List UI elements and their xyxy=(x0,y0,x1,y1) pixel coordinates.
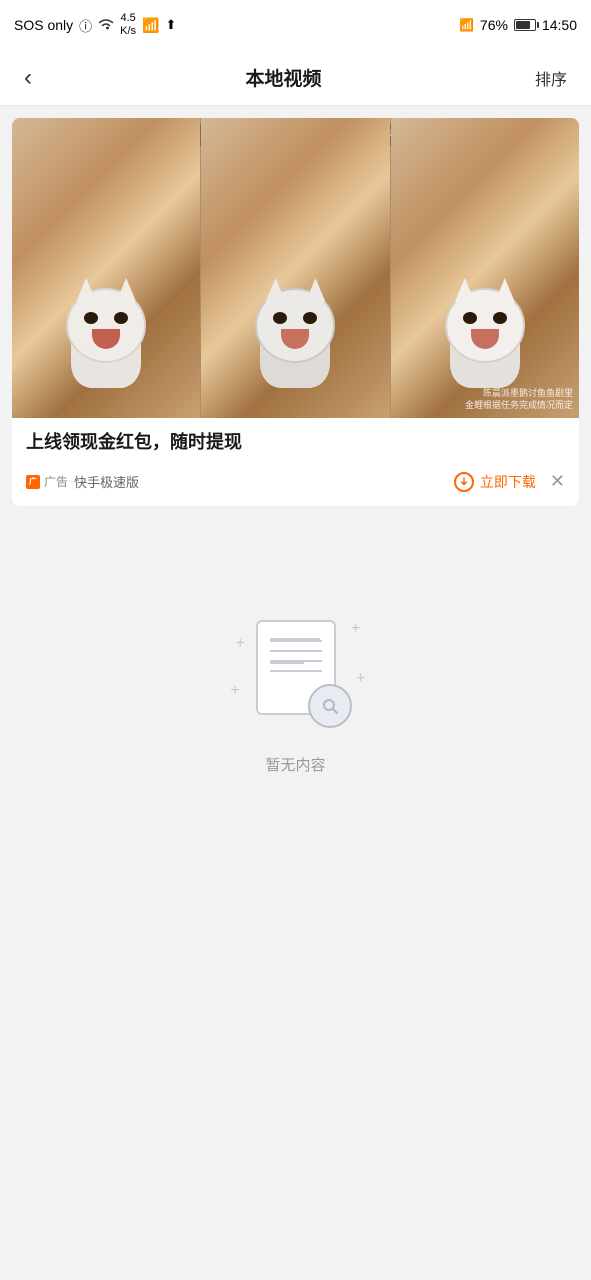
speed-label: 4.5 K/s xyxy=(120,12,136,38)
empty-icon: + + + + xyxy=(226,610,366,730)
empty-state: + + + + 暂无内容 xyxy=(0,530,591,815)
thumbnail-panel-2 xyxy=(201,118,389,418)
ad-close-button[interactable]: ✕ xyxy=(550,471,565,492)
status-bar: SOS only ⓘ 4.5 K/s 📶 ⬆ 📶 76% 14:50 xyxy=(0,0,591,50)
deco-plus-bl: + xyxy=(231,682,240,700)
ad-thumbnail[interactable]: 应用名称：快手极速版 | 应用版本：11.8.30.6512 | 开发者：北京快… xyxy=(12,118,579,418)
sort-button[interactable]: 排序 xyxy=(527,62,575,94)
nav-bar: ‹ 本地视频 排序 xyxy=(0,50,591,106)
clock: 14:50 xyxy=(542,17,577,33)
alert-icon: ⓘ xyxy=(79,16,92,35)
sim-icon: 📶 xyxy=(142,17,159,34)
empty-search-circle xyxy=(308,684,352,728)
sim2-icon: 📶 xyxy=(459,18,474,32)
wifi-icon xyxy=(98,17,114,34)
ad-footer: 广 广告 快手极速版 立即下载 ✕ xyxy=(12,463,579,506)
ad-tag-icon: 广 xyxy=(26,475,40,489)
battery-icon xyxy=(514,19,536,31)
ad-source: 快手极速版 xyxy=(74,472,454,491)
status-left: SOS only ⓘ 4.5 K/s 📶 ⬆ xyxy=(14,12,176,38)
ad-badge: 广 广告 xyxy=(26,473,68,490)
battery-pct: 76% xyxy=(480,17,508,33)
ad-title: 上线领现金红包，随时提现 xyxy=(12,418,579,463)
upload-icon: ⬆ xyxy=(166,17,177,33)
thumbnail-panel-1 xyxy=(12,118,200,418)
deco-plus-tl: + xyxy=(236,635,245,653)
deco-plus-tr: + xyxy=(351,620,360,638)
page-title: 本地视频 xyxy=(40,64,527,91)
ad-card: 应用名称：快手极速版 | 应用版本：11.8.30.6512 | 开发者：北京快… xyxy=(12,118,579,506)
sos-label: SOS only xyxy=(14,17,73,33)
ad-download-button[interactable]: 立即下载 xyxy=(454,472,536,492)
empty-text: 暂无内容 xyxy=(265,754,325,775)
content-area: 应用名称：快手极速版 | 应用版本：11.8.30.6512 | 开发者：北京快… xyxy=(0,106,591,530)
ad-watermark: 陈晨派墨鹅讨鱼鱼剧里 金鲤根据任务完成情况而定 xyxy=(465,387,573,412)
back-button[interactable]: ‹ xyxy=(16,60,40,96)
download-icon xyxy=(454,472,474,492)
deco-plus-mr: + xyxy=(356,670,365,688)
download-label: 立即下载 xyxy=(480,472,536,492)
status-right: 📶 76% 14:50 xyxy=(459,17,577,33)
ad-tag-label: 广告 xyxy=(44,473,68,490)
thumbnail-panel-3: 陈晨派墨鹅讨鱼鱼剧里 金鲤根据任务完成情况而定 xyxy=(391,118,579,418)
